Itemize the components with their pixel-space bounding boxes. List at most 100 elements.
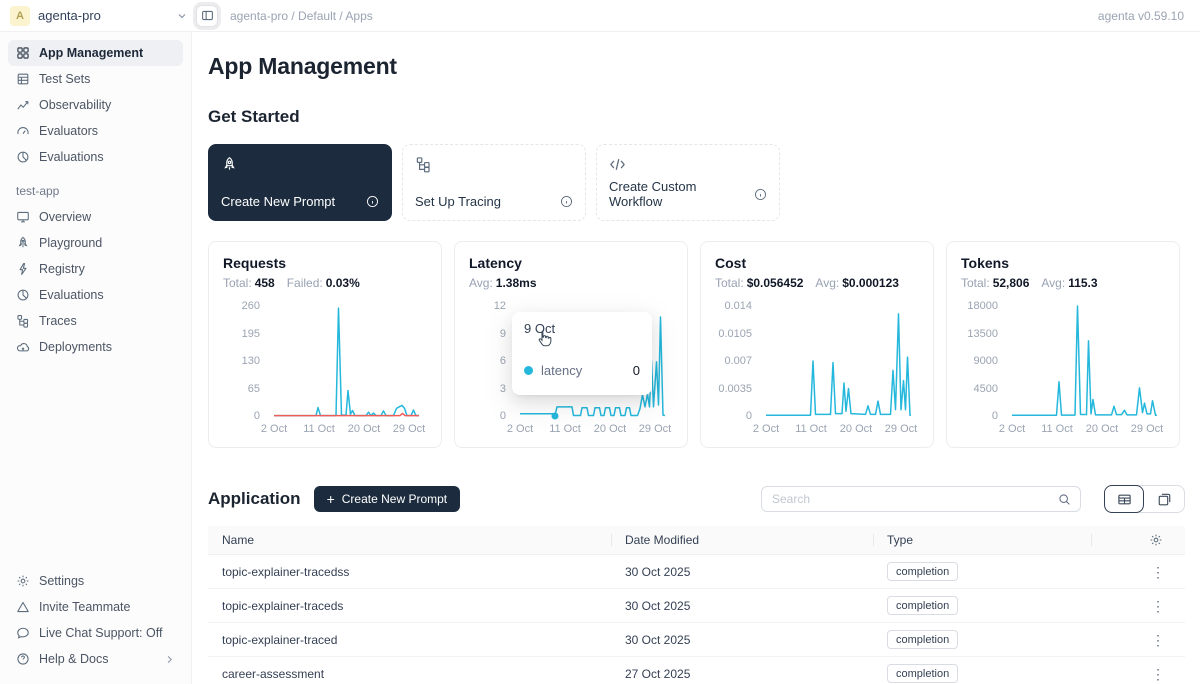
sidebar-item-registry[interactable]: Registry [8,256,183,282]
sidebar-toggle-button[interactable] [196,5,218,27]
stat-label: Avg:115.3 [1041,276,1097,290]
workspace-name: agenta-pro [38,8,101,23]
sidebar-item-label: Test Sets [39,72,90,86]
application-title: Application [208,489,301,509]
column-header-type[interactable]: Type [873,526,1091,554]
search-button[interactable] [1048,487,1080,511]
table-view-button[interactable] [1104,485,1144,513]
sidebar-item-invite-teammate[interactable]: Invite Teammate [8,594,183,620]
stat-label: Total:52,806 [961,276,1029,290]
sidebar-item-test-sets[interactable]: Test Sets [8,66,183,92]
sidebar-item-label: Observability [39,98,111,112]
sidebar-item-label: App Management [39,46,143,60]
type-badge: completion [887,596,958,615]
card-label: Create New Prompt [221,194,335,209]
row-menu-button[interactable]: ⋮ [1145,631,1171,649]
sidebar-item-label: Invite Teammate [39,600,130,614]
tree-icon [16,314,30,328]
sidebar-item-label: Overview [39,210,91,224]
rocket-icon [16,236,30,250]
stat-title: Tokens [961,255,1165,271]
main-content: App Management Get Started Create New Pr… [192,32,1200,684]
card-label: Create Custom Workflow [609,179,748,209]
sidebar-item-label: Evaluations [39,150,104,164]
table-view-icon [1117,492,1132,507]
sidebar-item-playground[interactable]: Playground [8,230,183,256]
series-dot [524,366,533,375]
create-custom-workflow-card[interactable]: Create Custom Workflow [596,144,780,221]
create-new-prompt-button[interactable]: + Create New Prompt [314,486,461,512]
stat-title: Requests [223,255,427,271]
sidebar-item-evaluations[interactable]: Evaluations [8,144,183,170]
create-new-prompt-card[interactable]: Create New Prompt [208,144,392,221]
table-row[interactable]: career-assessment 27 Oct 2025 completion… [208,657,1185,684]
row-menu-button[interactable]: ⋮ [1145,665,1171,683]
sidebar-item-traces[interactable]: Traces [8,308,183,334]
donut-chart-icon [16,150,30,164]
question-circle-icon [16,652,30,666]
y-axis: 0.0140.01050.0070.00350 [715,306,761,416]
table-row[interactable]: topic-explainer-tracedss 30 Oct 2025 com… [208,555,1185,589]
x-axis: 2 Oct11 Oct20 Oct29 Oct [515,423,665,437]
y-axis: 129630 [469,306,515,416]
get-started-title: Get Started [208,107,1185,127]
table-header: Name Date Modified Type [208,526,1185,555]
card-view-button[interactable] [1144,486,1184,512]
app-name: topic-explainer-tracedss [208,565,611,579]
tree-icon [415,156,573,173]
info-icon[interactable] [560,195,573,208]
app-name: topic-explainer-traced [208,633,611,647]
sidebar-item-deployments[interactable]: Deployments [8,334,183,360]
column-header-name[interactable]: Name [208,526,611,554]
sidebar-item-label: Live Chat Support: Off [39,626,162,640]
info-icon[interactable] [366,195,379,208]
y-axis: 1800013500900045000 [961,306,1007,416]
donut-chart-icon [16,288,30,302]
sidebar: App Management Test Sets Observability E… [0,32,192,684]
sidebar-item-overview[interactable]: Overview [8,204,183,230]
row-menu-button[interactable]: ⋮ [1145,563,1171,581]
sidebar-item-help-docs[interactable]: Help & Docs [8,646,183,672]
sidebar-item-evaluators[interactable]: Evaluators [8,118,183,144]
app-date-modified: 27 Oct 2025 [611,667,873,681]
sidebar-item-observability[interactable]: Observability [8,92,183,118]
workspace-selector[interactable]: A agenta-pro [10,6,188,26]
chat-bubble-icon [16,626,30,640]
sidebar-item-live-chat-support[interactable]: Live Chat Support: Off [8,620,183,646]
type-badge: completion [887,664,958,683]
triangle-icon [16,600,30,614]
table-icon [16,72,30,86]
gear-icon [1149,533,1163,547]
sidebar-toggle-icon [201,9,214,22]
row-menu-button[interactable]: ⋮ [1145,597,1171,615]
sidebar-item-label: Help & Docs [39,652,108,666]
info-icon[interactable] [754,188,767,201]
code-icon [609,156,767,173]
requests-chart [269,306,419,416]
sidebar-item-app-management[interactable]: App Management [8,40,183,66]
workspace-avatar: A [10,6,30,26]
card-label: Set Up Tracing [415,194,501,209]
sidebar-item-label: Traces [39,314,77,328]
column-header-date-modified[interactable]: Date Modified [611,526,873,554]
sidebar-item-label: Settings [39,574,84,588]
sidebar-item-label: Evaluators [39,124,98,138]
app-date-modified: 30 Oct 2025 [611,633,873,647]
sidebar-item-app-evaluations[interactable]: Evaluations [8,282,183,308]
table-row[interactable]: topic-explainer-traced 30 Oct 2025 compl… [208,623,1185,657]
latency-card: Latency Avg:1.38ms 129630 2 Oct11 Oct20 … [454,241,688,448]
app-date-modified: 30 Oct 2025 [611,565,873,579]
sidebar-item-settings[interactable]: Settings [8,568,183,594]
chevron-down-icon [176,10,188,22]
column-settings-button[interactable] [1149,533,1163,547]
breadcrumb: agenta-pro / Default / Apps [230,9,373,23]
chart-tooltip: 9 Oct latency 0 [512,312,652,395]
set-up-tracing-card[interactable]: Set Up Tracing [402,144,586,221]
search-input[interactable] [762,492,1048,506]
chevron-right-icon [164,654,175,665]
table-row[interactable]: topic-explainer-traceds 30 Oct 2025 comp… [208,589,1185,623]
stats-row: Requests Total:458 Failed:0.03% 26019513… [208,241,1185,448]
sidebar-item-label: Evaluations [39,288,104,302]
view-toggle [1104,485,1185,513]
sidebar-footer: Settings Invite Teammate Live Chat Suppo… [8,568,183,672]
